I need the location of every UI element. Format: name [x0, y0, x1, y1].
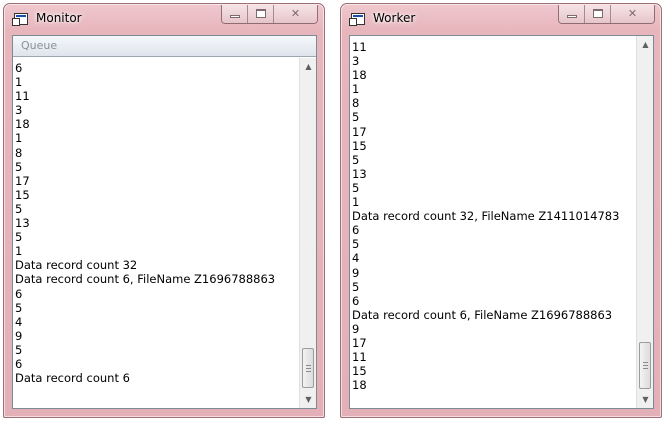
worker-lines: 11 3 18 1 8 5 17 15 5 13 5 1 Data record count 32, F… — [352, 40, 633, 392]
worker-listbox[interactable]: 11 3 18 1 8 5 17 15 5 13 5 1 Data record count 32, F… — [350, 36, 653, 408]
list-item[interactable]: 5 — [15, 301, 296, 315]
queue-header-label: Queue — [21, 39, 58, 52]
list-item[interactable]: 11 — [352, 40, 633, 54]
list-item[interactable]: 6 — [15, 287, 296, 301]
window-title: Worker — [373, 11, 416, 25]
window-title: Monitor — [36, 11, 82, 25]
maximize-icon — [256, 9, 266, 18]
list-item[interactable]: 5 — [15, 343, 296, 357]
grip-line — [306, 365, 311, 366]
worker-window: Worker ✕ 11 3 18 1 8 5 17 15 5 13 5 1 Data record co… — [340, 3, 662, 418]
app-window-icon[interactable] — [349, 13, 365, 26]
list-item[interactable]: 5 — [352, 181, 633, 195]
list-item[interactable]: 15 — [352, 364, 633, 378]
list-item[interactable]: 4 — [352, 251, 633, 265]
list-item[interactable]: 3 — [15, 103, 296, 117]
list-item[interactable]: 3 — [352, 54, 633, 68]
close-icon: ✕ — [290, 7, 301, 20]
list-item[interactable]: 13 — [352, 167, 633, 181]
close-button[interactable]: ✕ — [274, 5, 317, 23]
list-item[interactable]: 6 — [15, 357, 296, 371]
list-item[interactable]: 8 — [15, 146, 296, 160]
list-item[interactable]: 5 — [352, 110, 633, 124]
list-item[interactable]: 13 — [15, 216, 296, 230]
list-item[interactable]: 11 — [352, 350, 633, 364]
minimize-button[interactable] — [559, 5, 585, 23]
list-item[interactable]: 9 — [352, 266, 633, 280]
maximize-button[interactable] — [585, 5, 611, 23]
grip-line — [643, 362, 648, 363]
list-item[interactable]: 17 — [15, 174, 296, 188]
list-item[interactable]: 11 — [15, 89, 296, 103]
list-item[interactable]: 5 — [352, 237, 633, 251]
list-item[interactable]: 6 — [352, 223, 633, 237]
list-item[interactable]: 1 — [352, 82, 633, 96]
caption-buttons: ✕ — [558, 5, 655, 24]
monitor-titlebar[interactable]: Monitor ✕ — [4, 4, 324, 34]
minimize-icon — [567, 15, 577, 18]
scroll-up-arrow-icon[interactable]: ▲ — [637, 36, 653, 53]
list-item[interactable]: Data record count 6 — [15, 371, 296, 385]
list-item[interactable]: 5 — [15, 160, 296, 174]
list-item[interactable]: 8 — [352, 96, 633, 110]
minimize-button[interactable] — [222, 5, 248, 23]
scroll-down-arrow-icon[interactable]: ▼ — [300, 391, 316, 408]
list-item[interactable]: 4 — [15, 315, 296, 329]
monitor-window: Monitor ✕ Queue 6 1 11 3 18 1 8 5 17 15 5 13 5 1 Data … — [3, 3, 325, 418]
list-item[interactable]: 18 — [15, 117, 296, 131]
grip-line — [643, 368, 648, 369]
list-item[interactable]: 5 — [15, 230, 296, 244]
grip-line — [306, 371, 311, 372]
list-item[interactable]: 9 — [15, 329, 296, 343]
vertical-scrollbar[interactable]: ▲ ▼ — [636, 36, 653, 408]
worker-client-area: 11 3 18 1 8 5 17 15 5 13 5 1 Data record count 32, F… — [349, 35, 654, 409]
list-item[interactable]: 1 — [15, 244, 296, 258]
list-item[interactable]: 6 — [15, 61, 296, 75]
maximize-button[interactable] — [248, 5, 274, 23]
list-item[interactable]: Data record count 6, FileName Z169678886… — [352, 308, 633, 322]
list-item[interactable]: 1 — [15, 131, 296, 145]
monitor-client-area: Queue 6 1 11 3 18 1 8 5 17 15 5 13 5 1 Data record cou… — [12, 35, 317, 409]
scrollbar-thumb[interactable] — [639, 342, 651, 389]
list-item[interactable]: 18 — [352, 68, 633, 82]
list-item[interactable]: Data record count 32 — [15, 258, 296, 272]
list-item[interactable]: 17 — [352, 125, 633, 139]
worker-titlebar[interactable]: Worker ✕ — [341, 4, 661, 34]
grip-line — [306, 368, 311, 369]
grip-line — [643, 365, 648, 366]
list-item[interactable]: 18 — [352, 378, 633, 392]
list-item[interactable]: 15 — [15, 188, 296, 202]
list-item[interactable]: Data record count 32, FileName Z14110147… — [352, 209, 633, 223]
list-item[interactable]: 1 — [352, 195, 633, 209]
list-item[interactable]: 1 — [15, 75, 296, 89]
close-icon: ✕ — [627, 7, 638, 20]
caption-buttons: ✕ — [221, 5, 318, 24]
close-button[interactable]: ✕ — [611, 5, 654, 23]
monitor-lines: 6 1 11 3 18 1 8 5 17 15 5 13 5 1 Data record count 32 D… — [15, 61, 296, 385]
maximize-icon — [593, 9, 603, 18]
list-item[interactable]: 5 — [352, 280, 633, 294]
vertical-scrollbar[interactable]: ▲ ▼ — [299, 58, 316, 408]
minimize-icon — [230, 15, 240, 18]
list-item[interactable]: 5 — [15, 202, 296, 216]
list-item[interactable]: 17 — [352, 336, 633, 350]
list-item[interactable]: 5 — [352, 153, 633, 167]
monitor-listbox[interactable]: 6 1 11 3 18 1 8 5 17 15 5 13 5 1 Data record count 32 D… — [13, 58, 316, 408]
app-window-icon[interactable] — [12, 13, 28, 26]
list-item[interactable]: 6 — [352, 294, 633, 308]
list-item[interactable]: Data record count 6, FileName Z169678886… — [15, 272, 296, 286]
queue-column-header[interactable]: Queue — [13, 36, 316, 57]
scroll-down-arrow-icon[interactable]: ▼ — [637, 391, 653, 408]
list-item[interactable]: 9 — [352, 322, 633, 336]
scroll-up-arrow-icon[interactable]: ▲ — [300, 58, 316, 75]
scrollbar-thumb[interactable] — [302, 348, 314, 388]
list-item[interactable]: 15 — [352, 139, 633, 153]
